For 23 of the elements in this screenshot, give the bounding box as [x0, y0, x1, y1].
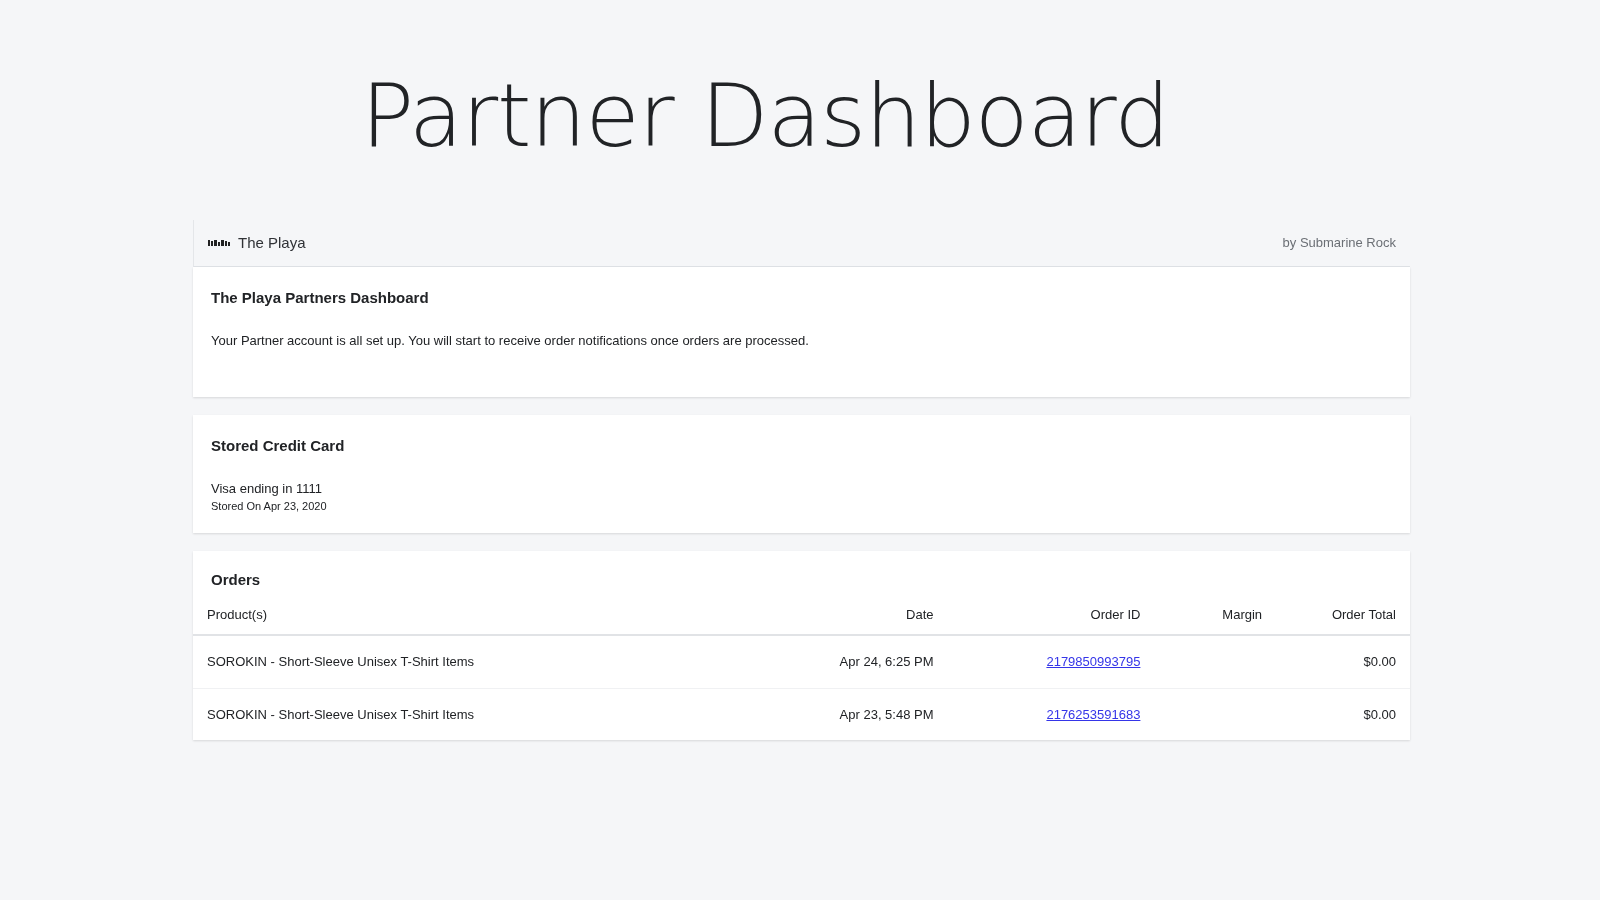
column-header: Product(s) [193, 594, 778, 635]
welcome-message: Your Partner account is all set up. You will start to receive order notifications once orders are processed. [211, 332, 810, 350]
column-header: Margin [1154, 594, 1277, 635]
byline: by Submarine Rock [1282, 234, 1396, 253]
order-id-link[interactable]: 2176253591683 [1046, 706, 1141, 722]
page-title: Partner Dashboard [359, 63, 1171, 160]
column-header: Order ID [947, 594, 1155, 635]
table-cell: Apr 23, 5:48 PM [777, 688, 948, 740]
column-header: Order Total [1276, 594, 1410, 635]
table-cell: Apr 24, 6:25 PM [777, 635, 948, 688]
table-cell: SOROKIN - Short-Sleeve Unisex T-Shirt Items [193, 635, 778, 688]
logo-icon [208, 239, 230, 247]
store-name: The Playa [238, 232, 306, 253]
card-title: Orders [210, 570, 262, 589]
table-cell: $0.00 [1276, 635, 1410, 688]
stored-date: Stored On Apr 23, 2020 [211, 499, 328, 514]
table-cell: SOROKIN - Short-Sleeve Unisex T-Shirt Items [193, 688, 778, 740]
card-title: The Playa Partners Dashboard [211, 289, 430, 307]
table-cell: $0.00 [1276, 688, 1410, 740]
order-id-link[interactable]: 2179850993795 [1046, 654, 1141, 669]
card-title: Stored Credit Card [211, 436, 346, 455]
column-header: Date [777, 594, 948, 635]
card-description: Visa ending in 1111 [211, 479, 324, 498]
